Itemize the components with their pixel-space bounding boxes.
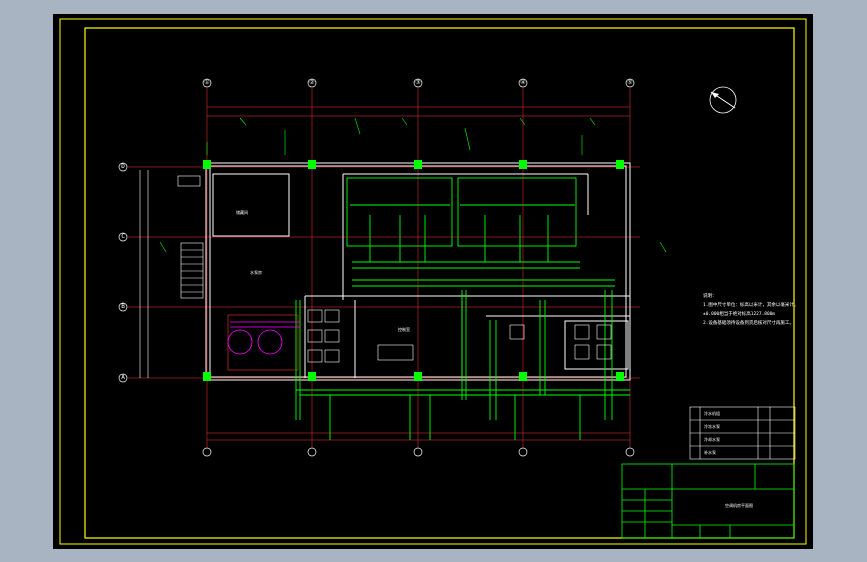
note-1: 1.图中尺寸单位：标高以米计，其余以毫米计。 — [703, 303, 799, 308]
axis-row-c: C — [121, 233, 125, 240]
drawing-sheet — [53, 14, 813, 549]
axis-row-d: D — [121, 163, 125, 170]
axis-column-5: ⑤ — [627, 79, 633, 86]
room-label-main: 水泵房 — [250, 270, 262, 275]
room-label-control: 控制室 — [398, 327, 410, 332]
room-label-storage: 储藏间 — [236, 210, 248, 215]
title-block-name: 空调机房平面图 — [725, 503, 753, 508]
axis-column-3: ③ — [415, 79, 421, 86]
design-notes: 说明： 1.图中尺寸单位：标高以米计，其余以毫米计。 ±0.000相当于绝对标高… — [703, 292, 818, 328]
axis-row-b: B — [121, 303, 125, 310]
note-2: ±0.000相当于绝对标高1227.800m — [703, 312, 776, 317]
axis-row-a: A — [121, 374, 125, 381]
floor-plan-drawing — [53, 14, 813, 549]
schedule-row-2: 冷冻水泵 — [704, 424, 720, 429]
axis-column-2: ② — [309, 79, 315, 86]
axis-column-4: ④ — [520, 79, 526, 86]
axis-column-1: ① — [204, 79, 210, 86]
cad-drawing-viewport: ① ② ③ ④ ⑤ D C B A 储藏间 水泵房 控制室 说明： 1.图中尺寸… — [0, 0, 867, 562]
schedule-row-3: 冷却水泵 — [704, 437, 720, 442]
notes-heading: 说明： — [703, 294, 717, 299]
schedule-row-1: 冷水机组 — [704, 411, 720, 416]
note-3: 2.设备基础须待设备到货后核对尺寸再施工。 — [703, 321, 794, 326]
schedule-row-4: 补水泵 — [704, 450, 716, 455]
